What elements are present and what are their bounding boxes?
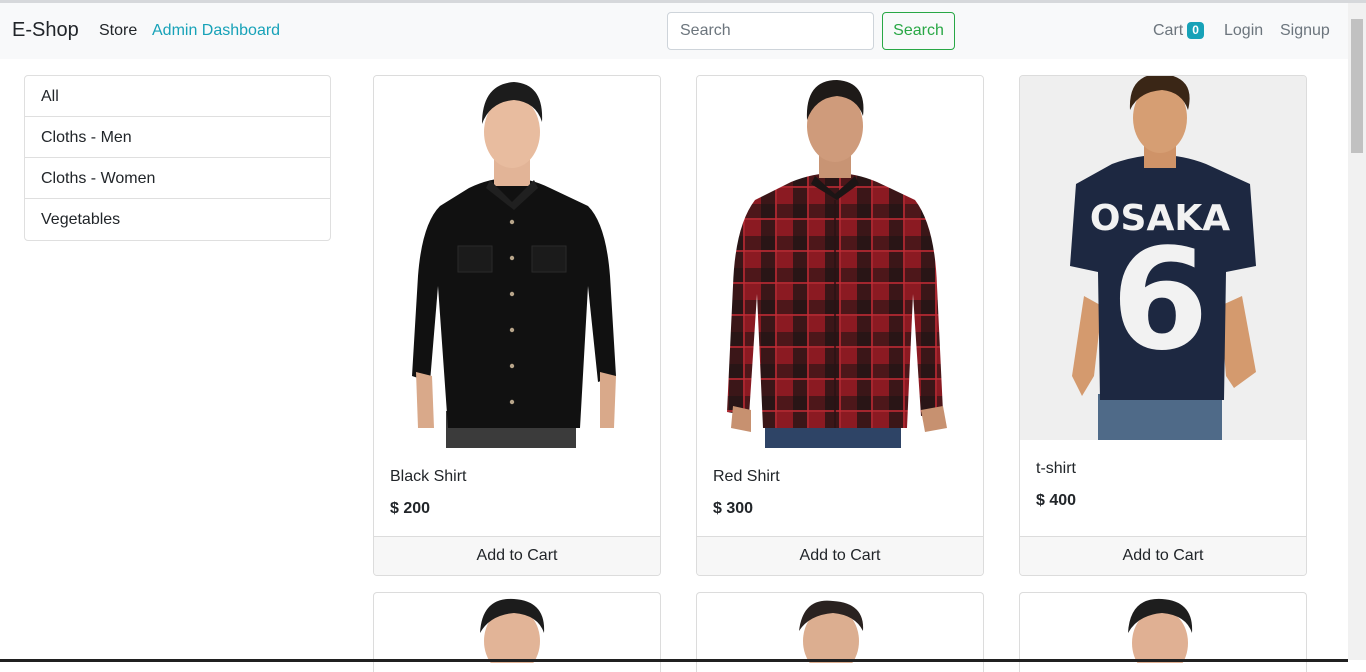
- product-card: Black Shirt $ 200 Add to Cart: [373, 75, 661, 576]
- category-item-vegetables[interactable]: Vegetables: [25, 199, 330, 240]
- product-name: Red Shirt: [713, 468, 780, 485]
- product-price: $ 200: [390, 500, 431, 517]
- product-image-partial[interactable]: [374, 593, 660, 672]
- nav-link-signup[interactable]: Signup: [1280, 22, 1330, 40]
- card-footer: Add to Cart: [1020, 536, 1306, 575]
- card-footer: Add to Cart: [374, 536, 660, 575]
- product-image-red-shirt[interactable]: [697, 76, 983, 448]
- product-card: Red Shirt $ 300 Add to Cart: [696, 75, 984, 576]
- navbar: E-Shop Store Admin Dashboard Search Cart…: [0, 3, 1348, 59]
- nav-link-admin-dashboard[interactable]: Admin Dashboard: [152, 22, 280, 40]
- category-item-all[interactable]: All: [25, 76, 330, 117]
- add-to-cart-button[interactable]: Add to Cart: [1020, 537, 1306, 575]
- man-black-shirt-illustration: [412, 82, 616, 448]
- add-to-cart-button[interactable]: Add to Cart: [374, 537, 660, 575]
- product-image-black-shirt[interactable]: [374, 76, 660, 448]
- product-image-partial[interactable]: [1020, 593, 1306, 672]
- search-button[interactable]: Search: [882, 12, 955, 50]
- product-price: $ 400: [1036, 492, 1077, 509]
- cart-label: Cart: [1153, 22, 1184, 39]
- category-item-cloths-men[interactable]: Cloths - Men: [25, 117, 330, 158]
- brand-logo[interactable]: E-Shop: [12, 19, 79, 42]
- product-price: $ 300: [713, 500, 754, 517]
- nav-link-store[interactable]: Store: [99, 22, 137, 40]
- category-list: All Cloths - Men Cloths - Women Vegetabl…: [24, 75, 331, 241]
- product-name: t-shirt: [1036, 460, 1076, 477]
- man-t-shirt-illustration: OSAKA 6: [1020, 76, 1306, 440]
- tshirt-print-number: 6: [1111, 219, 1208, 382]
- cart-count-badge: 0: [1187, 22, 1204, 39]
- nav-link-cart[interactable]: Cart 0: [1153, 22, 1204, 40]
- nav-link-login[interactable]: Login: [1224, 22, 1263, 40]
- man-red-shirt-illustration: [727, 80, 947, 448]
- product-name: Black Shirt: [390, 468, 467, 485]
- category-item-cloths-women[interactable]: Cloths - Women: [25, 158, 330, 199]
- card-footer: Add to Cart: [697, 536, 983, 575]
- scrollbar-thumb[interactable]: [1351, 19, 1363, 153]
- product-card: OSAKA 6 t-shirt $ 400 Add to Cart: [1019, 75, 1307, 576]
- page-scrollbar[interactable]: [1348, 3, 1366, 660]
- product-image-t-shirt[interactable]: OSAKA 6: [1020, 76, 1306, 440]
- search-input[interactable]: [667, 12, 874, 50]
- product-image-partial[interactable]: [697, 593, 983, 672]
- add-to-cart-button[interactable]: Add to Cart: [697, 537, 983, 575]
